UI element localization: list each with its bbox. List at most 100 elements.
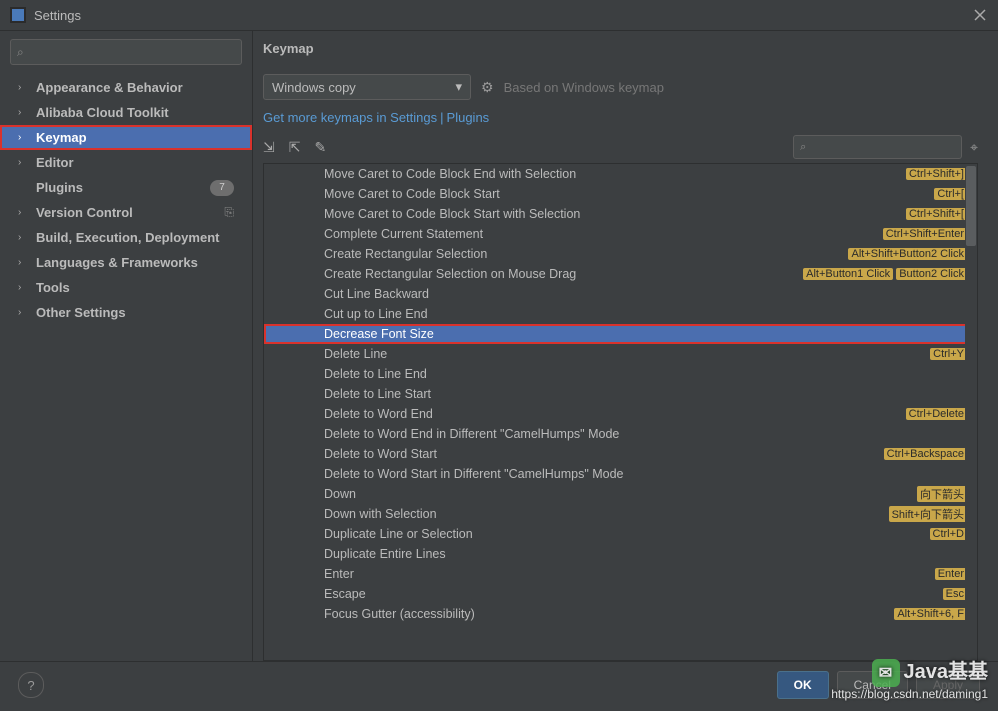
sidebar-item-label: Languages & Frameworks (36, 255, 242, 270)
action-row[interactable]: EnterEnter (264, 564, 977, 584)
close-icon[interactable] (972, 7, 988, 23)
action-row[interactable]: Complete Current StatementCtrl+Shift+Ent… (264, 224, 977, 244)
dialog-footer: ? OK Cancel Apply (0, 661, 998, 708)
shortcut-badge: Alt+Shift+Button2 Click (848, 248, 967, 260)
shortcut-badge: Ctrl+[ (934, 188, 967, 200)
action-name: Focus Gutter (accessibility) (324, 607, 891, 621)
link-plugins[interactable]: Plugins (447, 110, 490, 125)
search-icon: ⌕ (17, 45, 24, 60)
action-row[interactable]: Move Caret to Code Block End with Select… (264, 164, 977, 184)
help-button[interactable]: ? (18, 672, 44, 698)
window-title: Settings (34, 8, 972, 23)
scrollbar[interactable] (965, 164, 977, 660)
link-get-keymaps[interactable]: Get more keymaps in Settings (263, 110, 437, 125)
gear-icon[interactable]: ⚙ (481, 79, 494, 96)
app-icon (10, 7, 26, 23)
action-row[interactable]: Duplicate Entire Lines (264, 544, 977, 564)
sidebar-item-editor[interactable]: ›Editor (10, 150, 242, 175)
badge: 7 (210, 180, 234, 196)
chevron-right-icon: › (18, 232, 30, 243)
action-name: Duplicate Entire Lines (324, 547, 967, 561)
sidebar-item-appearance-behavior[interactable]: › Appearance & Behavior (10, 75, 242, 100)
chevron-right-icon: › (18, 307, 30, 318)
sidebar-item-tools[interactable]: ›Tools (10, 275, 242, 300)
sidebar-item-other-settings[interactable]: › Other Settings (10, 300, 242, 325)
action-row[interactable]: Move Caret to Code Block Start with Sele… (264, 204, 977, 224)
shortcut-badge: Ctrl+Shift+Enter (883, 228, 967, 240)
search-icon: ⌕ (800, 141, 806, 154)
action-name: Cut Line Backward (324, 287, 967, 301)
action-name: Move Caret to Code Block End with Select… (324, 167, 903, 181)
action-search-input[interactable] (810, 139, 955, 155)
expand-all-icon[interactable]: ⇲ (263, 139, 275, 156)
action-row[interactable]: Delete to Word EndCtrl+Delete (264, 404, 977, 424)
link-separator: | (440, 110, 443, 125)
page-title: Keymap (263, 41, 978, 56)
scrollbar-thumb[interactable] (966, 166, 976, 246)
sidebar-item-label: Tools (36, 280, 242, 295)
action-name: Delete to Word End (324, 407, 903, 421)
action-name: Delete to Word End in Different "CamelHu… (324, 427, 967, 441)
shortcut-badge: Ctrl+Shift+[ (906, 208, 967, 220)
find-shortcut-icon[interactable]: ⌖ (970, 139, 978, 156)
sidebar-item-label: Appearance & Behavior (36, 80, 242, 95)
collapse-all-icon[interactable]: ⇱ (289, 139, 301, 156)
action-row[interactable]: Delete to Word Start in Different "Camel… (264, 464, 977, 484)
cancel-button[interactable]: Cancel (837, 671, 908, 699)
sidebar-item-plugins[interactable]: Plugins7 (10, 175, 242, 200)
action-name: Escape (324, 587, 940, 601)
chevron-right-icon: › (18, 257, 30, 268)
keymap-dropdown[interactable]: Windows copy ▾ (263, 74, 471, 100)
shortcut-badge: Alt+Button1 Click (803, 268, 893, 280)
action-row[interactable]: Create Rectangular SelectionAlt+Shift+Bu… (264, 244, 977, 264)
sidebar-item-label: Keymap (36, 130, 250, 145)
chevron-right-icon: › (18, 157, 30, 168)
action-row[interactable]: Delete LineCtrl+Y (264, 344, 977, 364)
shortcut-badge: Ctrl+Y (930, 348, 967, 360)
keymap-dropdown-value: Windows copy (272, 80, 356, 95)
sidebar: ⌕ › Appearance & Behavior ›Alibaba Cloud T… (0, 31, 253, 661)
action-row[interactable]: Cut up to Line End (264, 304, 977, 324)
chevron-right-icon: › (18, 82, 30, 93)
action-row[interactable]: Delete to Word End in Different "CamelHu… (264, 424, 977, 444)
action-row[interactable]: EscapeEsc (264, 584, 977, 604)
chevron-right-icon: › (18, 132, 30, 143)
action-row[interactable]: Delete to Line End (264, 364, 977, 384)
dialog-body: ⌕ › Appearance & Behavior ›Alibaba Cloud T… (0, 31, 998, 661)
sidebar-search-input[interactable] (28, 44, 235, 60)
action-row[interactable]: Down with SelectionShift+向下箭头 (264, 504, 977, 524)
action-row[interactable]: Decrease Font Size (264, 324, 977, 344)
ok-button[interactable]: OK (777, 671, 829, 699)
action-row[interactable]: Move Caret to Code Block StartCtrl+[ (264, 184, 977, 204)
action-row[interactable]: Create Rectangular Selection on Mouse Dr… (264, 264, 977, 284)
toolbar-left: ⇲ ⇱ ✎ (263, 139, 326, 156)
action-row[interactable]: Delete to Line Start (264, 384, 977, 404)
action-row[interactable]: Down向下箭头 (264, 484, 977, 504)
sidebar-item-alibaba-cloud-toolkit[interactable]: ›Alibaba Cloud Toolkit (10, 100, 242, 125)
sidebar-search[interactable]: ⌕ (10, 39, 242, 65)
sidebar-item-label: Other Settings (36, 305, 242, 320)
chevron-down-icon: ▾ (455, 79, 462, 95)
action-row[interactable]: Cut Line Backward (264, 284, 977, 304)
shortcut-badge: Alt+Shift+6, F (894, 608, 967, 620)
sidebar-item-languages-frameworks[interactable]: › Languages & Frameworks (10, 250, 242, 275)
action-search[interactable]: ⌕ (793, 135, 962, 159)
edit-icon[interactable]: ✎ (314, 139, 326, 156)
action-name: Move Caret to Code Block Start (324, 187, 931, 201)
shortcut-badge: Ctrl+D (930, 528, 967, 540)
action-row[interactable]: Duplicate Line or SelectionCtrl+D (264, 524, 977, 544)
keymap-toolbar: ⇲ ⇱ ✎ ⌕ ⌖ (263, 135, 978, 159)
settings-tree: › Appearance & Behavior ›Alibaba Cloud Too… (10, 75, 242, 325)
sidebar-item-keymap[interactable]: › Keymap (0, 125, 252, 150)
apply-button[interactable]: Apply (916, 671, 980, 699)
action-list: Move Caret to Code Block End with Select… (264, 164, 977, 624)
action-row[interactable]: Delete to Word StartCtrl+Backspace (264, 444, 977, 464)
sidebar-item-build-execution-deployment[interactable]: ›Build, Execution, Deployment (10, 225, 242, 250)
action-name: Down with Selection (324, 507, 886, 521)
sidebar-item-version-control[interactable]: ›Version Control⎘ (10, 200, 242, 225)
action-name: Cut up to Line End (324, 307, 967, 321)
action-name: Decrease Font Size (324, 327, 965, 341)
action-row[interactable]: Focus Gutter (accessibility)Alt+Shift+6,… (264, 604, 977, 624)
chevron-right-icon: › (18, 107, 30, 118)
shortcut-badge: 向下箭头 (917, 486, 967, 502)
